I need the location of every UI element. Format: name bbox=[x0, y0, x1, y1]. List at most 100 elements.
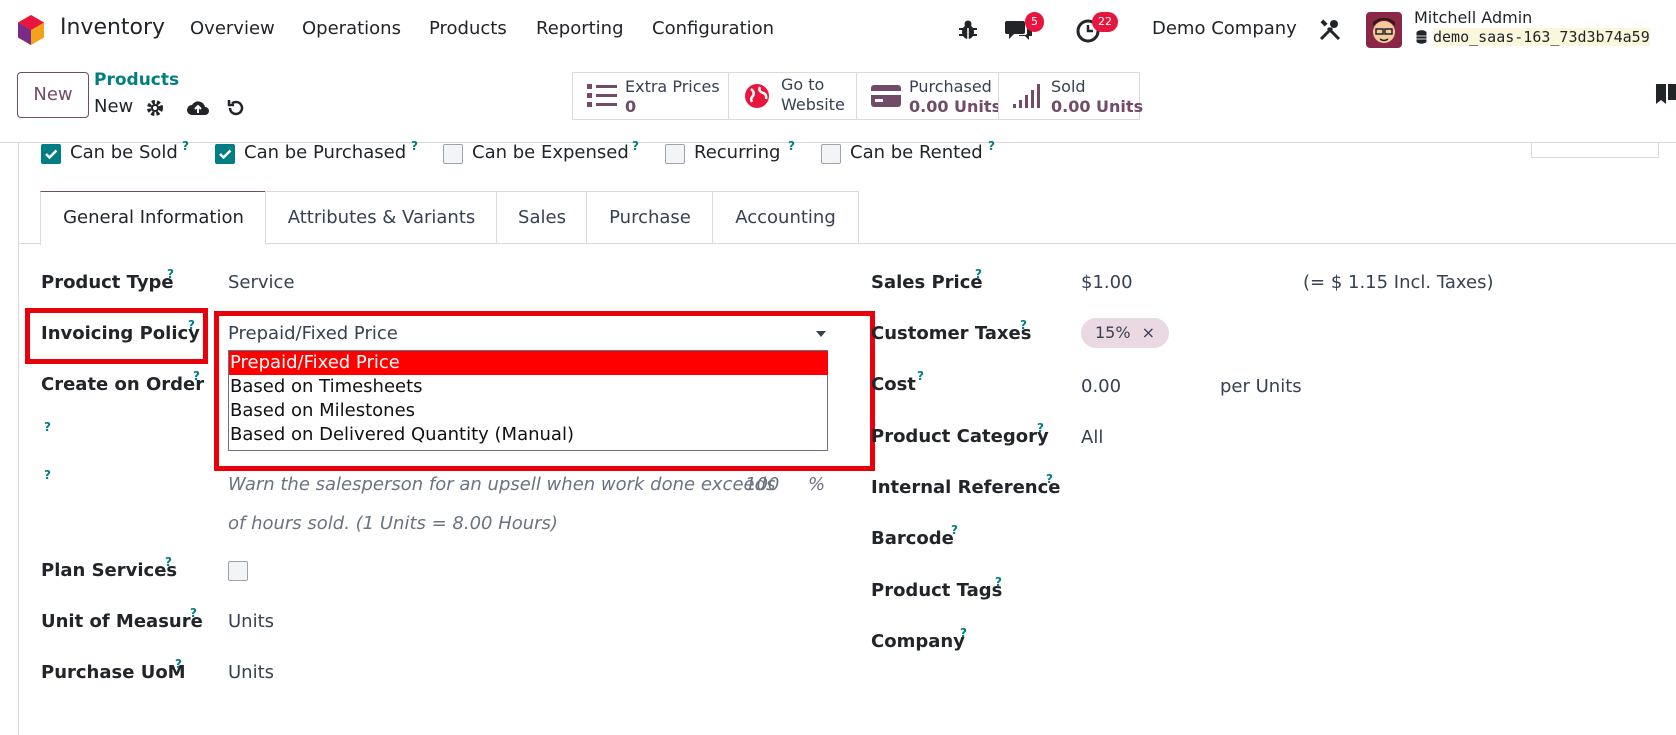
unit-of-measure-label: Unit of Measure bbox=[41, 611, 203, 632]
menu-products[interactable]: Products bbox=[429, 18, 507, 39]
sold-button[interactable]: Sold 0.00 Units bbox=[998, 72, 1143, 120]
messages-badge: 5 bbox=[1025, 12, 1044, 32]
help-icon[interactable]: ? bbox=[917, 369, 924, 383]
database-icon bbox=[1416, 30, 1427, 44]
option-based-on-delivered-quantity[interactable]: Based on Delivered Quantity (Manual) bbox=[229, 423, 828, 447]
top-navbar: Inventory Overview Operations Products R… bbox=[0, 0, 1676, 61]
menu-overview[interactable]: Overview bbox=[190, 18, 275, 39]
go-to-label: Go to bbox=[781, 75, 825, 94]
control-panel: New Products New Extra Prices 0 Go to We… bbox=[0, 62, 1676, 143]
plan-services-checkbox[interactable] bbox=[228, 561, 248, 581]
can-be-sold-label[interactable]: Can be Sold bbox=[70, 142, 178, 163]
recurring-label[interactable]: Recurring bbox=[694, 142, 780, 163]
activities-badge: 22 bbox=[1092, 12, 1118, 32]
help-icon[interactable]: ? bbox=[411, 139, 418, 153]
tab-general-information[interactable]: General Information bbox=[40, 191, 267, 245]
unit-of-measure-value[interactable]: Units bbox=[228, 611, 274, 632]
tab-accounting[interactable]: Accounting bbox=[712, 191, 859, 244]
extra-prices-label: Extra Prices bbox=[625, 77, 720, 96]
sheet-border bbox=[18, 143, 19, 735]
breadcrumb-products[interactable]: Products bbox=[94, 70, 179, 90]
help-icon[interactable]: ? bbox=[182, 139, 189, 153]
tax-tag[interactable]: 15% × bbox=[1081, 318, 1170, 348]
help-icon[interactable]: ? bbox=[960, 626, 967, 640]
caret-down-icon[interactable] bbox=[815, 330, 827, 338]
help-icon[interactable]: ? bbox=[165, 555, 172, 569]
upsell-warning-text: Warn the salesperson for an upsell when … bbox=[228, 474, 776, 495]
customer-taxes-label: Customer Taxes bbox=[871, 323, 1032, 344]
tab-attributes-variants[interactable]: Attributes & Variants bbox=[265, 191, 498, 244]
product-tags-label: Product Tags bbox=[871, 580, 1003, 601]
menu-reporting[interactable]: Reporting bbox=[536, 18, 624, 39]
option-prepaid-fixed-price[interactable]: Prepaid/Fixed Price bbox=[229, 351, 828, 375]
app-name[interactable]: Inventory bbox=[60, 15, 165, 40]
help-icon[interactable]: ? bbox=[175, 657, 182, 671]
sales-price-value[interactable]: $1.00 bbox=[1081, 272, 1133, 293]
tab-sales[interactable]: Sales bbox=[496, 191, 588, 244]
can-be-purchased-label[interactable]: Can be Purchased bbox=[244, 142, 406, 163]
cloud-upload-icon[interactable] bbox=[186, 98, 210, 118]
cost-label: Cost bbox=[871, 374, 916, 395]
menu-operations[interactable]: Operations bbox=[302, 18, 401, 39]
can-be-expensed-checkbox[interactable] bbox=[443, 144, 463, 164]
product-type-value[interactable]: Service bbox=[228, 272, 295, 293]
help-icon[interactable]: ? bbox=[951, 523, 958, 537]
help-icon[interactable]: ? bbox=[995, 575, 1002, 589]
upsell-note: of hours sold. (1 Units = 8.00 Hours) bbox=[228, 513, 558, 534]
purchase-uom-label: Purchase UoM bbox=[41, 662, 186, 683]
help-icon[interactable]: ? bbox=[988, 139, 995, 153]
help-icon[interactable]: ? bbox=[193, 369, 200, 383]
purchased-button[interactable]: Purchased 0.00 Units bbox=[856, 72, 1002, 120]
purchase-uom-value[interactable]: Units bbox=[228, 662, 274, 683]
sales-price-label: Sales Price bbox=[871, 272, 983, 293]
cost-value[interactable]: 0.00 bbox=[1081, 376, 1121, 397]
tab-purchase[interactable]: Purchase bbox=[586, 191, 714, 244]
go-to-website-button[interactable]: Go to Website bbox=[728, 72, 858, 120]
purchased-value: 0.00 Units bbox=[909, 97, 1002, 116]
record-name: New bbox=[94, 96, 134, 117]
create-on-order-label: Create on Order bbox=[41, 374, 205, 395]
gear-icon[interactable] bbox=[145, 98, 165, 118]
help-icon[interactable]: ? bbox=[975, 267, 982, 281]
help-icon[interactable]: ? bbox=[167, 267, 174, 281]
odoo-app-icon[interactable] bbox=[16, 14, 46, 46]
avatar[interactable] bbox=[1366, 12, 1402, 48]
can-be-purchased-checkbox[interactable] bbox=[215, 144, 235, 164]
help-icon[interactable]: ? bbox=[188, 318, 195, 332]
credit-card-icon bbox=[871, 85, 901, 107]
help-icon[interactable]: ? bbox=[190, 606, 197, 620]
new-button[interactable]: New bbox=[17, 72, 89, 118]
bookmark-icon[interactable] bbox=[1654, 82, 1676, 106]
bug-icon[interactable] bbox=[958, 19, 978, 41]
help-icon[interactable]: ? bbox=[44, 468, 51, 482]
upsell-percent-unit: % bbox=[808, 474, 826, 495]
discard-icon[interactable] bbox=[226, 98, 246, 118]
invoicing-policy-dropdown: Prepaid/Fixed Price Based on Timesheets … bbox=[228, 350, 828, 451]
company-switcher[interactable]: Demo Company bbox=[1152, 18, 1297, 39]
product-category-label: Product Category bbox=[871, 426, 1049, 447]
option-based-on-timesheets[interactable]: Based on Timesheets bbox=[229, 375, 828, 399]
can-be-rented-checkbox[interactable] bbox=[821, 144, 841, 164]
internal-reference-label: Internal Reference bbox=[871, 477, 1061, 498]
tools-icon[interactable] bbox=[1318, 18, 1342, 42]
help-icon[interactable]: ? bbox=[1046, 472, 1053, 486]
option-based-on-milestones[interactable]: Based on Milestones bbox=[229, 399, 828, 423]
invoicing-policy-select[interactable]: Prepaid/Fixed Price bbox=[228, 323, 398, 344]
extra-prices-button[interactable]: Extra Prices 0 bbox=[572, 72, 730, 120]
user-name[interactable]: Mitchell Admin bbox=[1414, 8, 1532, 27]
upsell-threshold-input[interactable]: 100 bbox=[745, 474, 779, 495]
help-icon[interactable]: ? bbox=[632, 139, 639, 153]
menu-configuration[interactable]: Configuration bbox=[652, 18, 774, 39]
product-category-value[interactable]: All bbox=[1081, 427, 1103, 448]
help-icon[interactable]: ? bbox=[1037, 421, 1044, 435]
help-icon[interactable]: ? bbox=[44, 420, 51, 434]
recurring-checkbox[interactable] bbox=[665, 144, 685, 164]
database-name: demo_saas-163_73d3b74a59 bbox=[1433, 28, 1650, 46]
image-field-edge bbox=[1531, 143, 1659, 158]
remove-tag-icon[interactable]: × bbox=[1142, 323, 1155, 342]
can-be-expensed-label[interactable]: Can be Expensed bbox=[472, 142, 629, 163]
help-icon[interactable]: ? bbox=[1020, 318, 1027, 332]
can-be-sold-checkbox[interactable] bbox=[41, 144, 61, 164]
help-icon[interactable]: ? bbox=[788, 139, 795, 153]
can-be-rented-label[interactable]: Can be Rented bbox=[850, 142, 983, 163]
